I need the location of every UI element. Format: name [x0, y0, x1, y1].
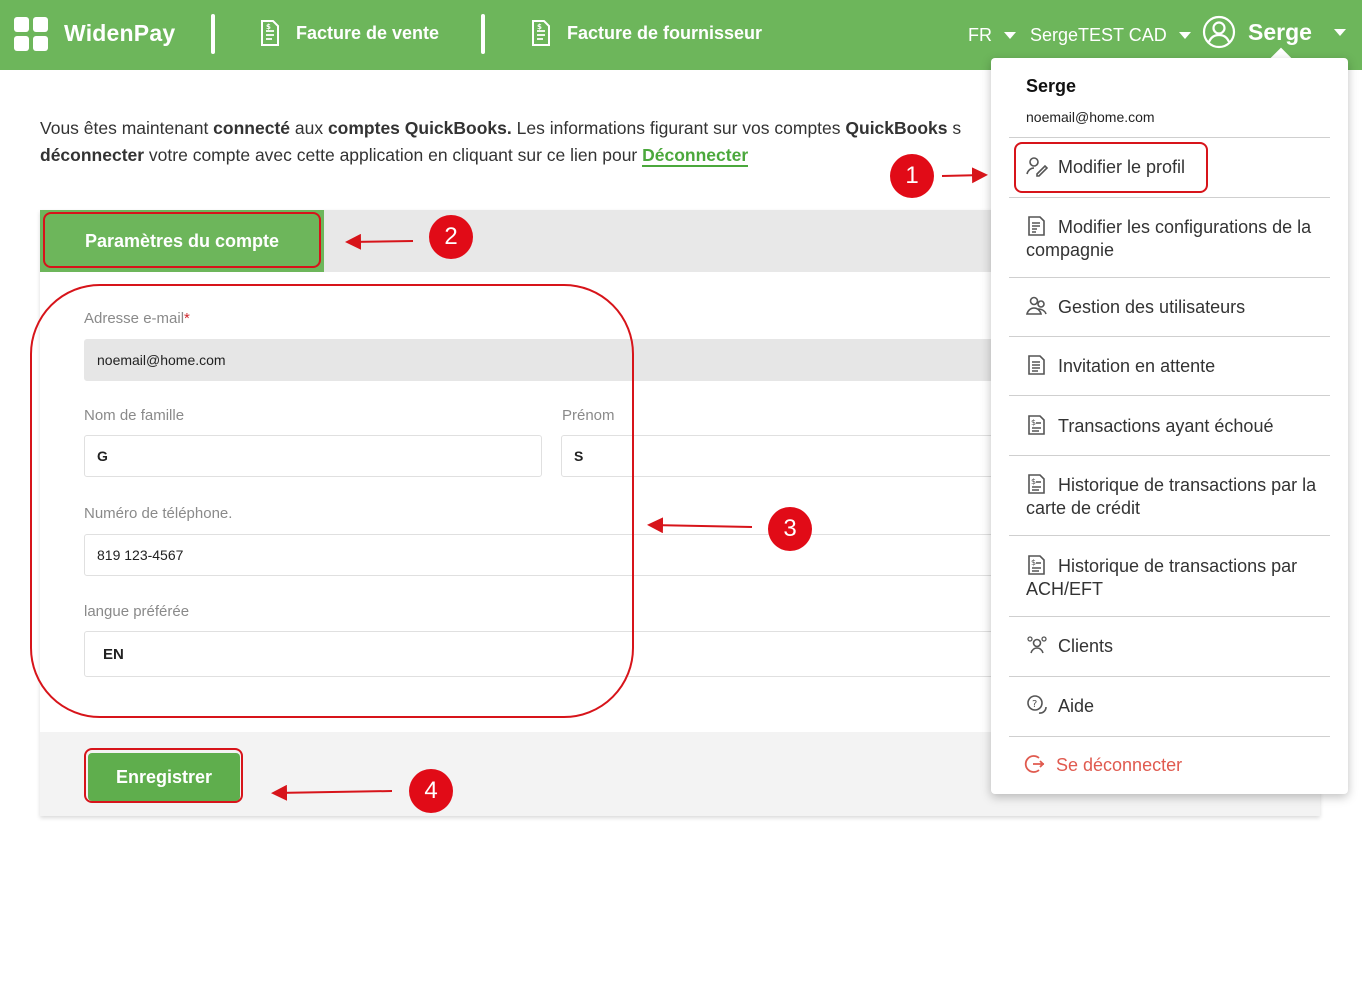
annotation-badge: 4	[409, 769, 453, 813]
annotation-badge: 2	[429, 215, 473, 259]
arrow-3	[647, 517, 753, 534]
arrow-4	[271, 784, 393, 801]
annotation-badge: 3	[768, 507, 812, 551]
annotation-badge: 1	[890, 154, 934, 198]
annotation-arrows	[271, 167, 988, 801]
arrow-1	[941, 167, 988, 184]
arrow-2	[345, 233, 414, 250]
